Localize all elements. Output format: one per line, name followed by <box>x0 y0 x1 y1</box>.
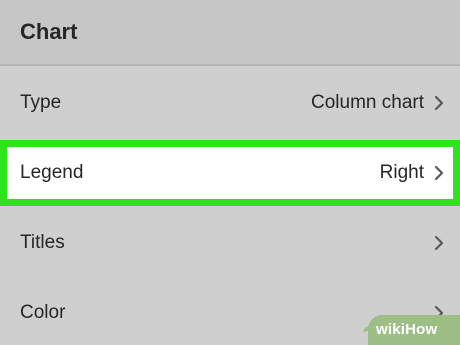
wikihow-watermark: wikiHow <box>363 315 460 345</box>
row-label: Legend <box>20 162 84 183</box>
row-value: Right <box>379 162 424 183</box>
page-title: Chart <box>20 19 78 44</box>
row-value: Column chart <box>311 92 424 113</box>
row-label: Type <box>20 92 62 113</box>
watermark-text: wikiHow <box>376 321 438 338</box>
row-label: Titles <box>20 232 65 253</box>
settings-row-titles[interactable]: Titles <box>0 208 460 278</box>
row-label: Color <box>20 301 66 323</box>
settings-row-type[interactable]: Type Column chart <box>0 68 460 138</box>
chart-settings-screen: Chart Type Column chart Legend Right Tit… <box>0 0 460 345</box>
settings-row-legend[interactable]: Legend Right <box>0 140 460 206</box>
leaf-icon <box>363 326 371 332</box>
chevron-right-icon <box>434 95 444 111</box>
chevron-right-icon <box>434 235 444 251</box>
chart-header: Chart <box>0 0 460 66</box>
chevron-right-icon <box>434 165 444 181</box>
